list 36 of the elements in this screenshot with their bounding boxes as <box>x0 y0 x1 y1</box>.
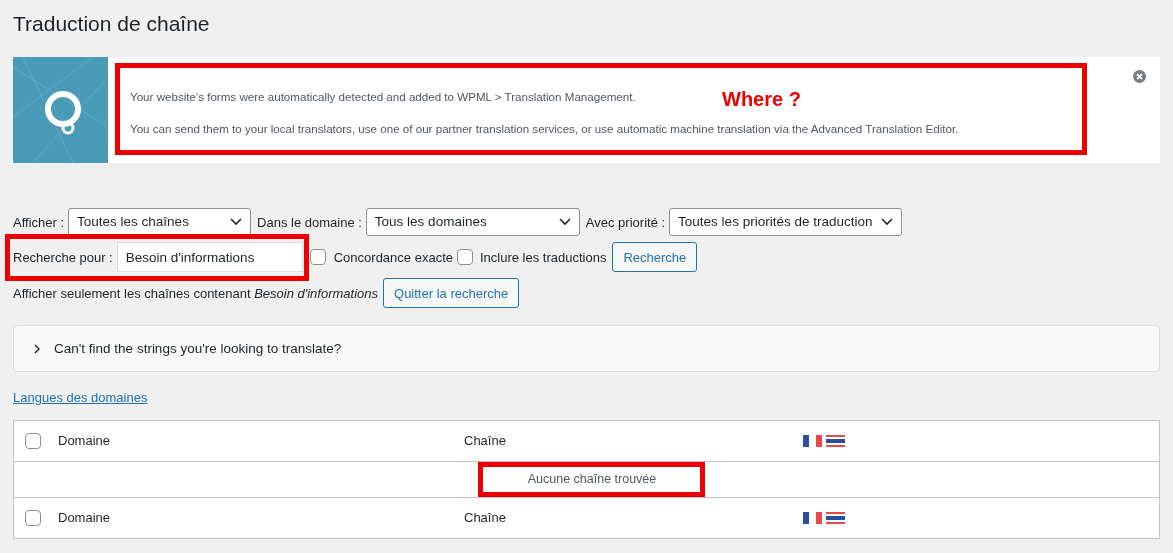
checkbox-label: Concordance exacte <box>333 248 453 267</box>
flag-icon <box>803 511 822 524</box>
chevron-down-icon <box>558 218 571 227</box>
page-title: Traduction de chaîne <box>13 11 211 37</box>
close-icon[interactable] <box>1133 70 1146 84</box>
checkbox[interactable] <box>25 509 41 526</box>
chevron-down-icon <box>881 218 894 227</box>
filter-label: Dans le domaine : <box>257 213 362 232</box>
checkbox-label: Inclure les traductions <box>480 248 607 267</box>
checkbox[interactable] <box>457 249 473 266</box>
filter-label: Avec priorité : <box>585 213 666 232</box>
column-header: Chaîne <box>464 432 507 451</box>
search-info-text: Afficher seulement les chaînes contenant Besoin d'informations <box>13 284 379 303</box>
column-header: Domaine <box>58 509 112 528</box>
flag-icon <box>826 434 845 447</box>
column-header: Domaine <box>58 432 112 451</box>
search-button[interactable]: Recherche <box>612 242 698 273</box>
chevron-down-icon <box>230 218 243 227</box>
empty-message: Aucune chaîne trouvée <box>527 470 657 488</box>
filter-select[interactable]: Toutes les priorités de traduction <box>669 208 903 237</box>
checkbox[interactable] <box>309 249 326 266</box>
flag-icon <box>826 511 845 524</box>
filter-select[interactable]: Toutes les chaînes <box>68 208 252 237</box>
checkbox[interactable] <box>25 432 41 449</box>
quit-search-button[interactable]: Quitter la recherche <box>383 278 520 309</box>
search-field[interactable]: Besoin d'informations <box>116 242 303 273</box>
notice-text: You can send them to your local translators, use one of our partner translation services, or use automatic machine translation via the Advanced Translation Editor. <box>130 120 959 137</box>
annotation-text: Where ? <box>722 87 801 112</box>
notice-text: Your website's forms were automatically detected and added to WPML > Translation Management. <box>130 89 636 106</box>
search-label: Recherche pour : <box>13 248 113 267</box>
filter-label: Afficher : <box>13 213 65 232</box>
domain-languages-link[interactable]: Langues des domaines <box>13 388 148 408</box>
help-panel[interactable]: Can't find the strings you're looking to translate? <box>13 325 1160 373</box>
flag-icon <box>803 434 822 447</box>
filter-select[interactable]: Tous les domaines <box>365 208 580 237</box>
column-header: Chaîne <box>464 509 507 528</box>
